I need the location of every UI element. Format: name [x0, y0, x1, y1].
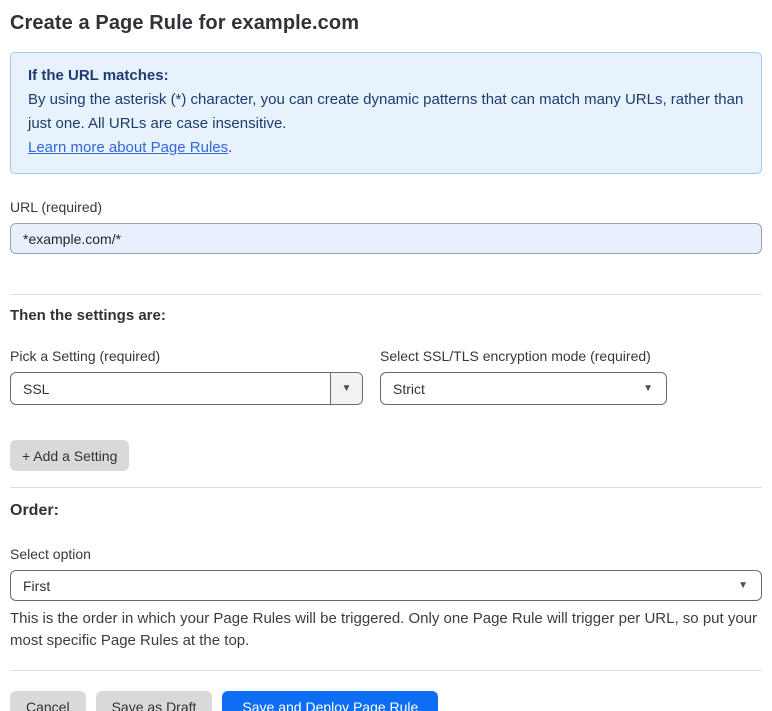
settings-section-heading: Then the settings are:	[10, 307, 166, 324]
divider	[10, 294, 762, 295]
form-actions: Cancel Save as Draft Save and Deploy Pag…	[10, 691, 762, 711]
learn-more-link[interactable]: Learn more about Page Rules	[28, 139, 228, 156]
ssl-mode-dropdown[interactable]: Strict ▼	[380, 372, 667, 405]
info-box-body: By using the asterisk (*) character, you…	[28, 91, 744, 132]
save-and-deploy-button[interactable]: Save and Deploy Page Rule	[222, 691, 439, 711]
ssl-mode-value: Strict	[393, 380, 425, 397]
pick-setting-dropdown[interactable]: SSL ▼	[10, 372, 363, 405]
pick-setting-value: SSL	[23, 380, 50, 397]
pick-setting-field: Pick a Setting (required) SSL ▼	[10, 348, 363, 405]
page-title: Create a Page Rule for example.com	[10, 12, 360, 34]
settings-row: Pick a Setting (required) SSL ▼ Select S…	[10, 348, 762, 405]
cancel-button[interactable]: Cancel	[10, 691, 86, 711]
pick-setting-label: Pick a Setting (required)	[10, 348, 161, 364]
chevron-down-icon: ▼	[738, 579, 748, 591]
ssl-mode-field: Select SSL/TLS encryption mode (required…	[380, 348, 667, 405]
order-dropdown[interactable]: First ▼	[10, 570, 762, 601]
save-as-draft-button[interactable]: Save as Draft	[95, 691, 213, 711]
create-page-rule-form: Create a Page Rule for example.com If th…	[0, 12, 772, 711]
url-match-info-box: If the URL matches: By using the asteris…	[10, 52, 762, 174]
order-value: First	[23, 577, 51, 594]
add-setting-button[interactable]: + Add a Setting	[10, 440, 130, 471]
order-section-heading: Order:	[10, 502, 59, 519]
chevron-down-icon[interactable]: ▼	[330, 373, 362, 404]
chevron-down-icon: ▼	[643, 382, 653, 394]
divider	[10, 487, 762, 488]
info-box-link-line: Learn more about Page Rules.	[28, 136, 744, 160]
url-input[interactable]	[10, 223, 762, 254]
ssl-mode-label: Select SSL/TLS encryption mode (required…	[380, 348, 651, 364]
link-suffix: .	[228, 139, 233, 156]
order-help-text: This is the order in which your Page Rul…	[10, 610, 758, 649]
order-select-label: Select option	[10, 546, 91, 562]
url-field-label: URL (required)	[10, 199, 103, 215]
divider	[10, 670, 762, 671]
info-box-heading: If the URL matches:	[28, 67, 169, 84]
